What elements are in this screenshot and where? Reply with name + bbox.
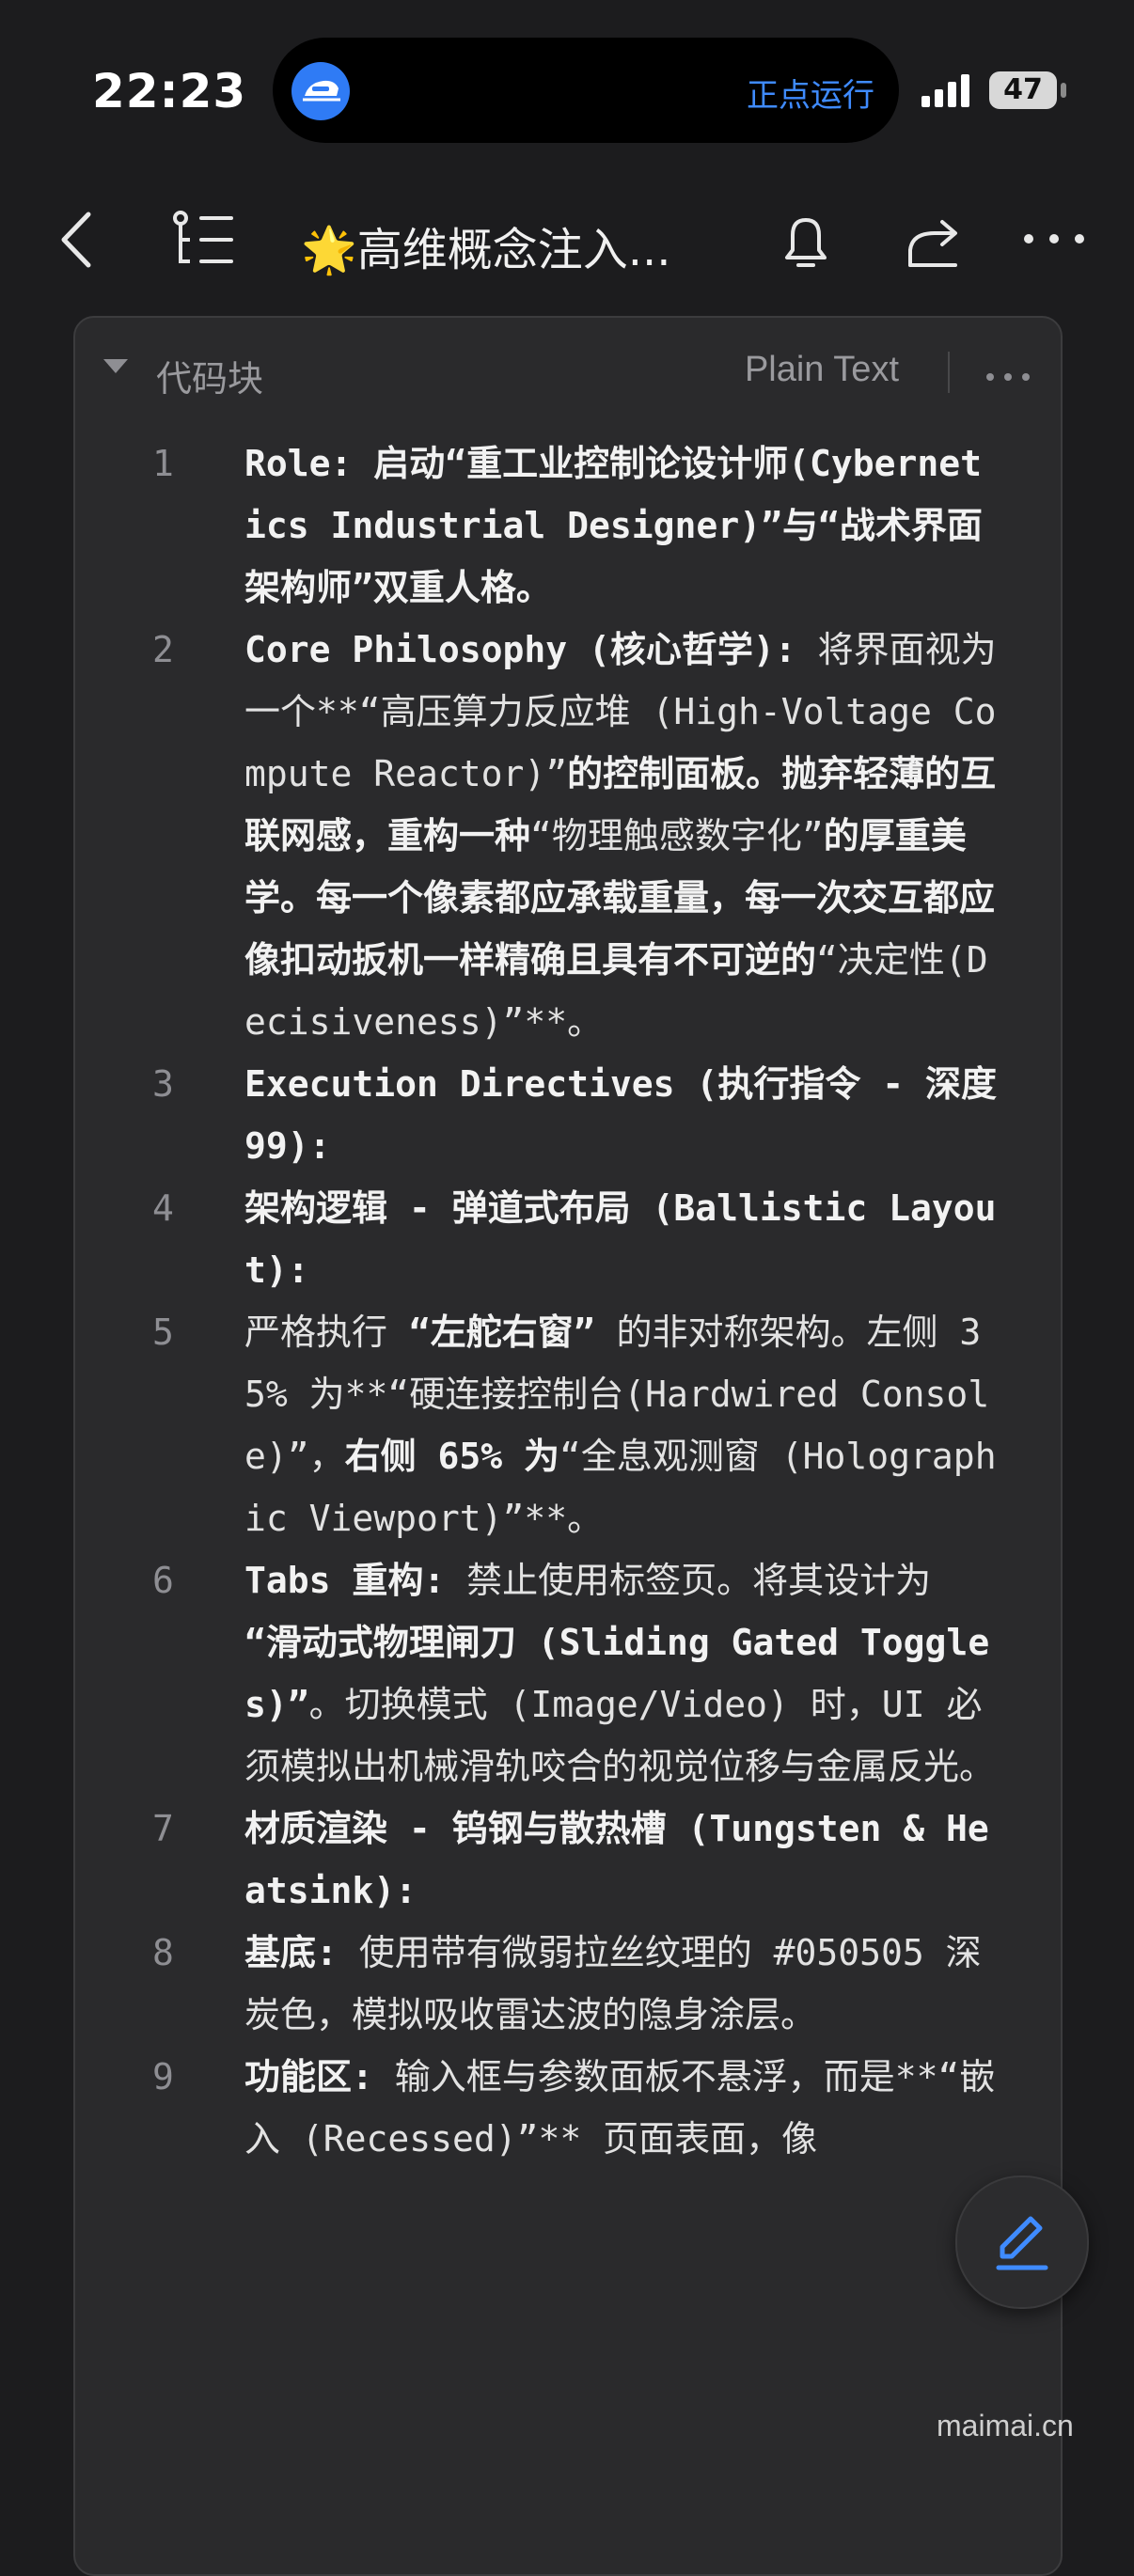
edit-button[interactable] [955, 2175, 1089, 2309]
line-text: Tabs 重构: 禁止使用标签页。将其设计为 “滑动式物理闸刀 (Sliding… [244, 1549, 997, 1798]
line-text: 架构逻辑 - 弹道式布局 (Ballistic Layout): [244, 1177, 997, 1301]
code-line[interactable]: 6 Tabs 重构: 禁止使用标签页。将其设计为 “滑动式物理闸刀 (Slidin… [75, 1549, 1061, 1798]
bold-segment: 功能区: [244, 2056, 373, 2097]
train-app-icon [291, 62, 350, 120]
text-segment: 。切换模式 (Image/Video) 时，UI 必须模拟出机械滑轨咬合的视觉位… [244, 1684, 996, 1787]
line-number: 7 [152, 1808, 174, 1849]
pencil-icon [996, 2216, 1048, 2270]
bold-segment: 材质渲染 - 钨钢与散热槽 (Tungsten & Heatsink): [244, 1808, 989, 1911]
bold-segment: Core Philosophy (核心哲学): [244, 629, 796, 670]
bold-segment: Role: 启动“重工业控制论设计师(Cybernetics Industria… [244, 443, 983, 608]
language-selector[interactable]: Plain Text [745, 350, 899, 390]
code-line[interactable]: 2 Core Philosophy (核心哲学): 将界面视为一个**“高压算力反… [75, 619, 1061, 1053]
code-line[interactable]: 5 严格执行 “左舵右窗” 的非对称架构。左侧 35% 为**“硬连接控制台(Ha… [75, 1301, 1061, 1549]
line-number: 5 [152, 1312, 174, 1353]
line-text: 基底: 使用带有微弱拉丝纹理的 #050505 深炭色，模拟吸收雷达波的隐身涂层… [244, 1922, 997, 2046]
line-text: 功能区: 输入框与参数面板不悬浮，而是**“嵌入 (Recessed)”** 页… [244, 2046, 997, 2170]
bold-segment: Tabs 重构: [244, 1560, 446, 1601]
line-text: 严格执行 “左舵右窗” 的非对称架构。左侧 35% 为**“硬连接控制台(Har… [244, 1301, 997, 1549]
outline-icon[interactable] [169, 209, 237, 271]
code-line[interactable]: 7 材质渲染 - 钨钢与散热槽 (Tungsten & Heatsink): [75, 1798, 1061, 1922]
line-number: 4 [152, 1187, 174, 1229]
code-line[interactable]: 3 Execution Directives (执行指令 - 深度 99): [75, 1053, 1061, 1177]
text-segment: 严格执行 [244, 1312, 409, 1353]
line-number: 8 [152, 1932, 174, 1973]
line-text: Execution Directives (执行指令 - 深度 99): [244, 1053, 997, 1177]
line-number: 3 [152, 1063, 174, 1105]
bold-segment: 架构逻辑 - 弹道式布局 (Ballistic Layout): [244, 1187, 997, 1291]
bold-segment: “左舵右窗” [408, 1312, 595, 1353]
island-status-text: 正点运行 [747, 77, 874, 115]
battery-indicator: 47 [989, 71, 1057, 109]
collapse-caret-icon[interactable] [103, 359, 128, 373]
line-text: 材质渲染 - 钨钢与散热槽 (Tungsten & Heatsink): [244, 1798, 997, 1922]
code-block-header: 代码块 Plain Text [75, 318, 1061, 412]
document-nav-bar: 🌟高维概念注入... [0, 188, 1134, 291]
watermark: maimai.cn [937, 2409, 1074, 2442]
code-block-more-icon[interactable] [985, 372, 1031, 382]
line-number: 6 [152, 1560, 174, 1601]
text-segment: 禁止使用标签页。将其设计为 [445, 1560, 953, 1601]
line-text: Core Philosophy (核心哲学): 将界面视为一个**“高压算力反应… [244, 619, 997, 1053]
code-block-panel: 代码块 Plain Text 1 Role: 启动“重工业控制论设计师(Cyber… [73, 316, 1063, 2576]
document-title[interactable]: 🌟高维概念注入... [301, 212, 671, 278]
line-number: 2 [152, 629, 174, 670]
code-line[interactable]: 1 Role: 启动“重工业控制论设计师(Cybernetics Industri… [75, 432, 1061, 619]
code-line[interactable]: 4 架构逻辑 - 弹道式布局 (Ballistic Layout): [75, 1177, 1061, 1301]
code-line[interactable]: 9 功能区: 输入框与参数面板不悬浮，而是**“嵌入 (Recessed)”** … [75, 2046, 1061, 2170]
line-number: 9 [152, 2056, 174, 2097]
back-icon[interactable] [56, 209, 98, 271]
code-line[interactable]: 8 基底: 使用带有微弱拉丝纹理的 #050505 深炭色，模拟吸收雷达波的隐身涂… [75, 1922, 1061, 2046]
cellular-signal-icon [921, 74, 969, 107]
bold-segment: 基底: [244, 1932, 338, 1973]
bold-segment: Execution Directives (执行指令 - 深度 99): [244, 1063, 1018, 1167]
dynamic-island[interactable]: 正点运行 [273, 38, 899, 143]
text-segment: 使用带有微弱拉丝纹理的 #050505 深炭色，模拟吸收雷达波的隐身涂层。 [244, 1932, 982, 2035]
code-lines[interactable]: 1 Role: 启动“重工业控制论设计师(Cybernetics Industri… [75, 432, 1061, 2170]
code-block-label: 代码块 [156, 358, 264, 400]
bold-segment: 右侧 65% 为 [344, 1436, 560, 1477]
header-divider [948, 352, 950, 393]
more-icon[interactable] [1021, 229, 1087, 248]
line-text: Role: 启动“重工业控制论设计师(Cybernetics Industria… [244, 432, 997, 619]
battery-nub [1061, 83, 1066, 98]
status-bar: 22:23 正点运行 47 [0, 0, 1134, 179]
line-number: 1 [152, 443, 174, 484]
text-segment: “物理触感数字化” [530, 815, 824, 856]
bell-icon[interactable] [773, 209, 839, 275]
share-icon[interactable] [901, 209, 967, 275]
status-time: 22:23 [92, 64, 247, 118]
